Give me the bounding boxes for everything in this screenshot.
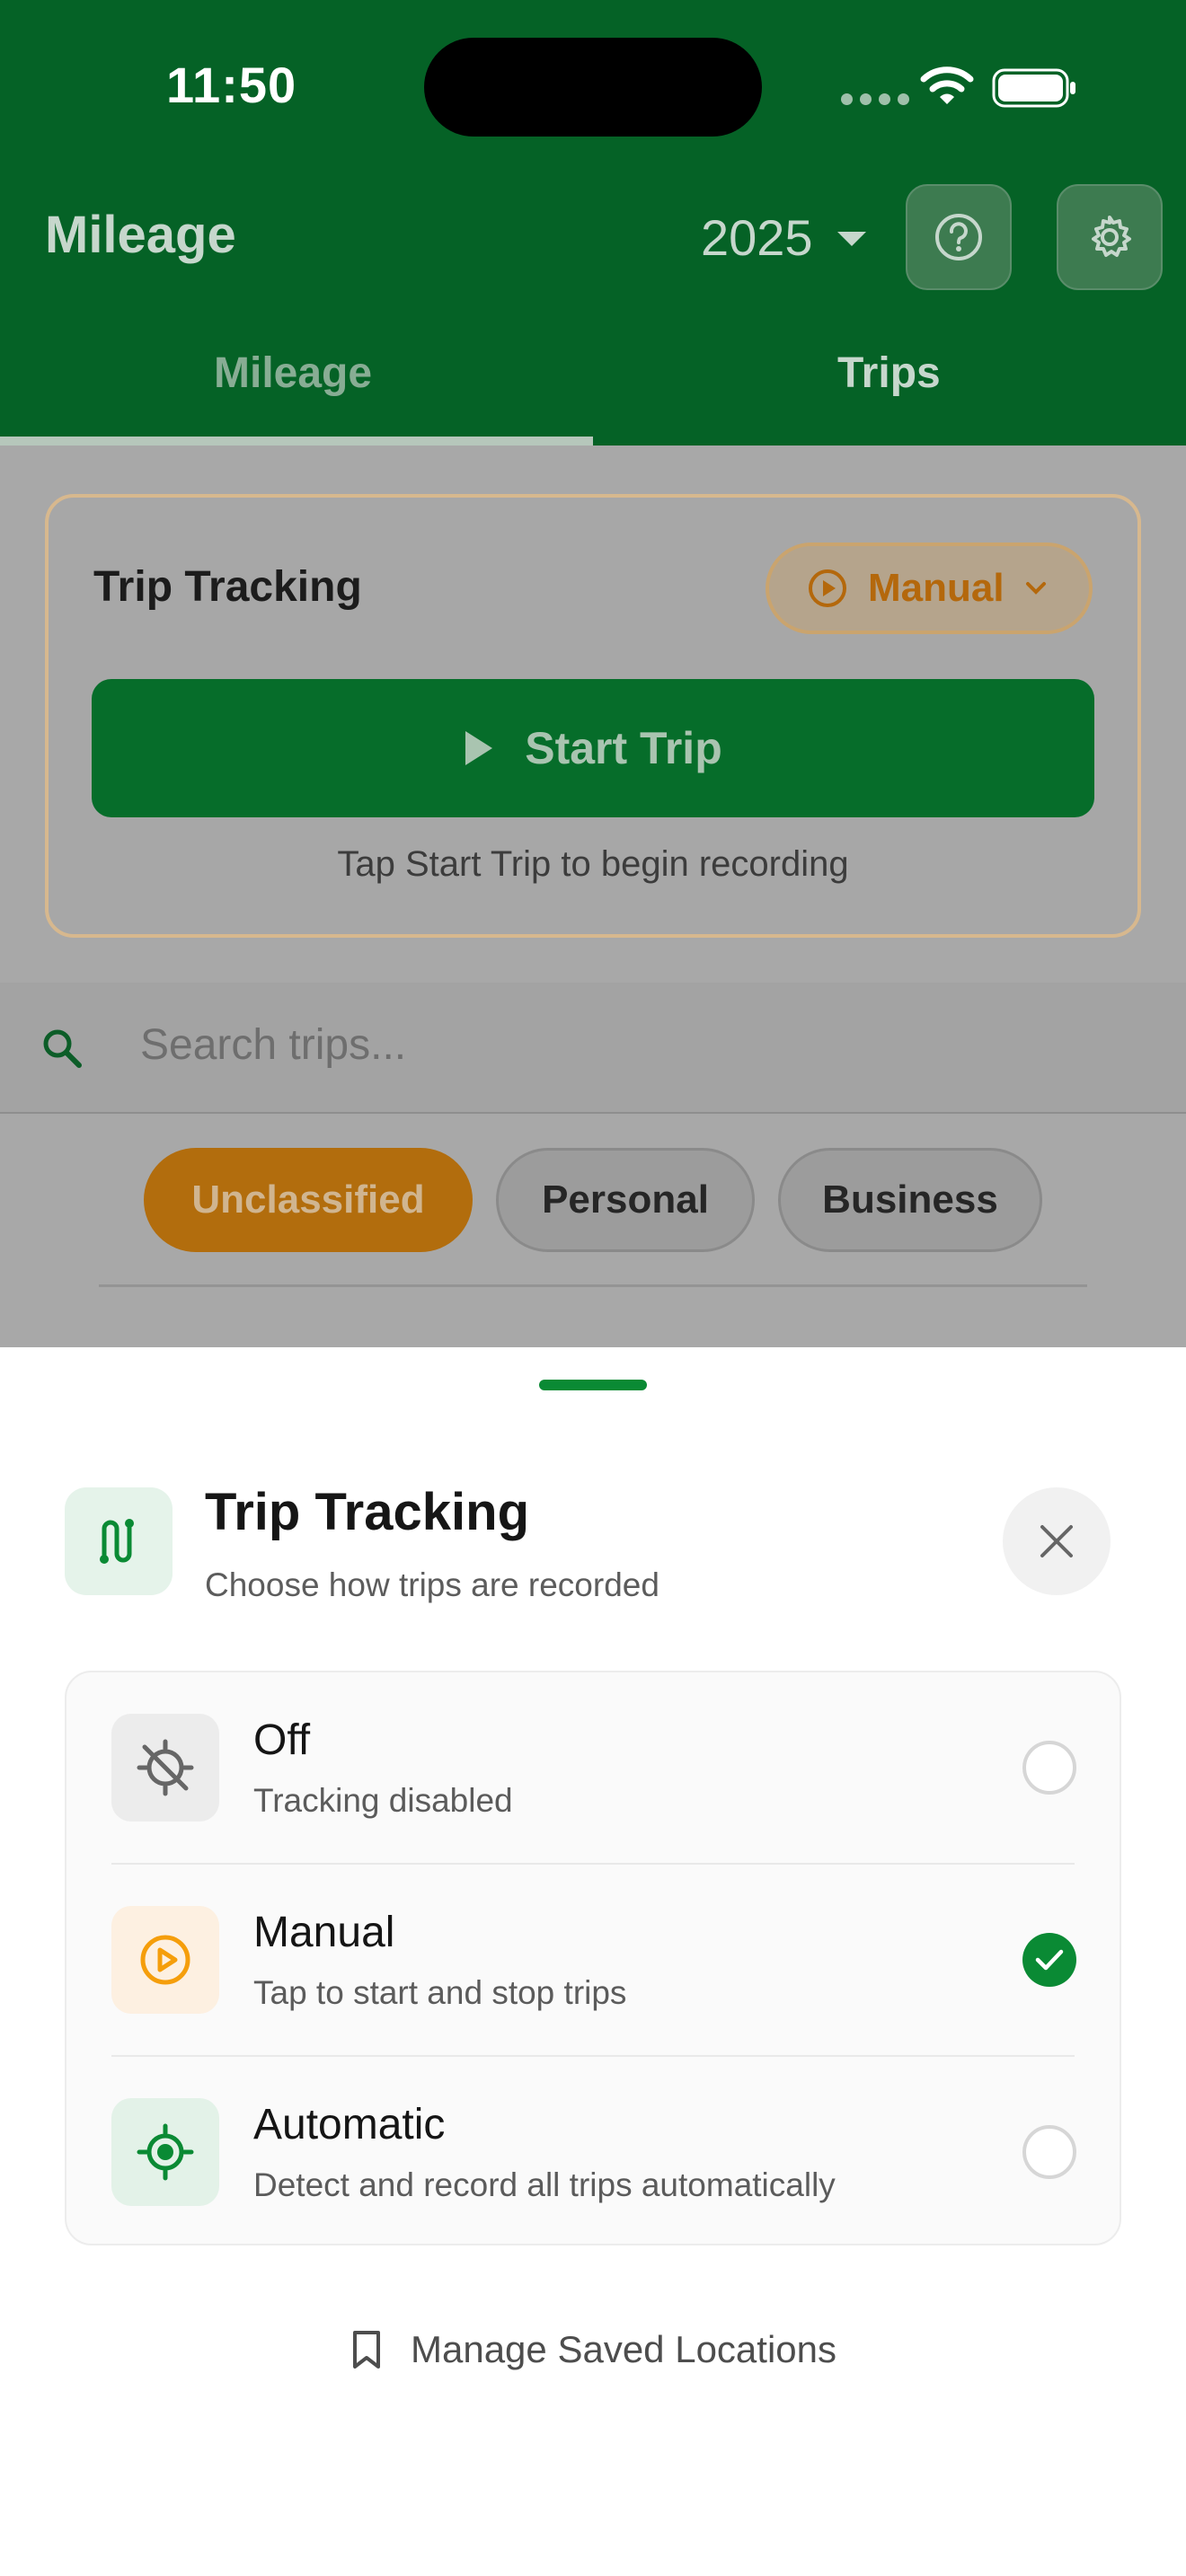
search-input[interactable] [140,1020,949,1070]
status-time: 11:50 [166,57,297,113]
option-description: Tracking disabled [253,1782,513,1819]
wifi-icon [920,66,974,104]
play-circle-icon [111,1906,219,2014]
manage-saved-locations-label: Manage Saved Locations [411,2328,836,2370]
radio-off[interactable] [1022,1741,1076,1795]
option-manual[interactable]: Manual Tap to start and stop trips [66,1865,1120,2055]
filter-personal[interactable]: Personal [496,1148,755,1252]
start-hint: Tap Start Trip to begin recording [337,844,849,884]
tab-mileage[interactable]: Mileage [214,348,372,398]
play-icon [465,731,493,765]
gps-target-icon [111,2098,219,2206]
page-title: Mileage [45,206,236,264]
option-description: Detect and record all trips automaticall… [253,2166,836,2203]
help-button[interactable] [906,184,1012,290]
tab-trips[interactable]: Trips [837,348,941,398]
search-icon [43,1029,82,1068]
year-selector[interactable]: 2025 [701,208,813,267]
tracking-mode-pill[interactable]: Manual [766,543,1093,634]
route-icon [65,1487,173,1595]
option-off[interactable]: Off Tracking disabled [66,1672,1120,1863]
chevron-down-icon [1025,582,1046,595]
check-icon [1035,1949,1064,1971]
gear-icon [1092,216,1131,257]
sheet-subtitle: Choose how trips are recorded [205,1566,659,1603]
sheet-drag-handle[interactable] [539,1380,647,1390]
signal-icon [841,93,909,105]
radio-automatic[interactable] [1022,2125,1076,2179]
radio-manual-selected[interactable] [1022,1933,1076,1987]
tab-indicator [0,437,593,446]
close-button[interactable] [1003,1487,1111,1595]
battery-icon [992,68,1075,108]
location-off-icon [111,1714,219,1822]
divider [99,1284,1087,1287]
help-circle-icon [935,214,982,260]
option-title: Off [253,1716,311,1764]
start-trip-label: Start Trip [525,723,722,773]
settings-button[interactable] [1057,184,1163,290]
sheet-title: Trip Tracking [205,1483,529,1541]
tracking-options-list: Off Tracking disabled Manual Tap to star… [65,1671,1121,2245]
close-icon [1040,1525,1073,1557]
bookmark-icon [353,2331,380,2369]
manage-saved-locations-button[interactable]: Manage Saved Locations [0,2328,1186,2371]
tracking-card-title: Trip Tracking [93,563,362,611]
play-circle-icon [809,569,846,607]
dynamic-island [424,38,762,137]
start-trip-button[interactable]: Start Trip [92,679,1094,817]
option-automatic[interactable]: Automatic Detect and record all trips au… [66,2057,1120,2247]
filter-unclassified[interactable]: Unclassified [144,1148,473,1252]
chevron-down-icon[interactable] [837,232,866,246]
tracking-mode-label: Manual [868,566,1005,610]
option-title: Automatic [253,2101,446,2148]
option-title: Manual [253,1909,395,1956]
option-description: Tap to start and stop trips [253,1974,627,2011]
filter-business[interactable]: Business [778,1148,1042,1252]
